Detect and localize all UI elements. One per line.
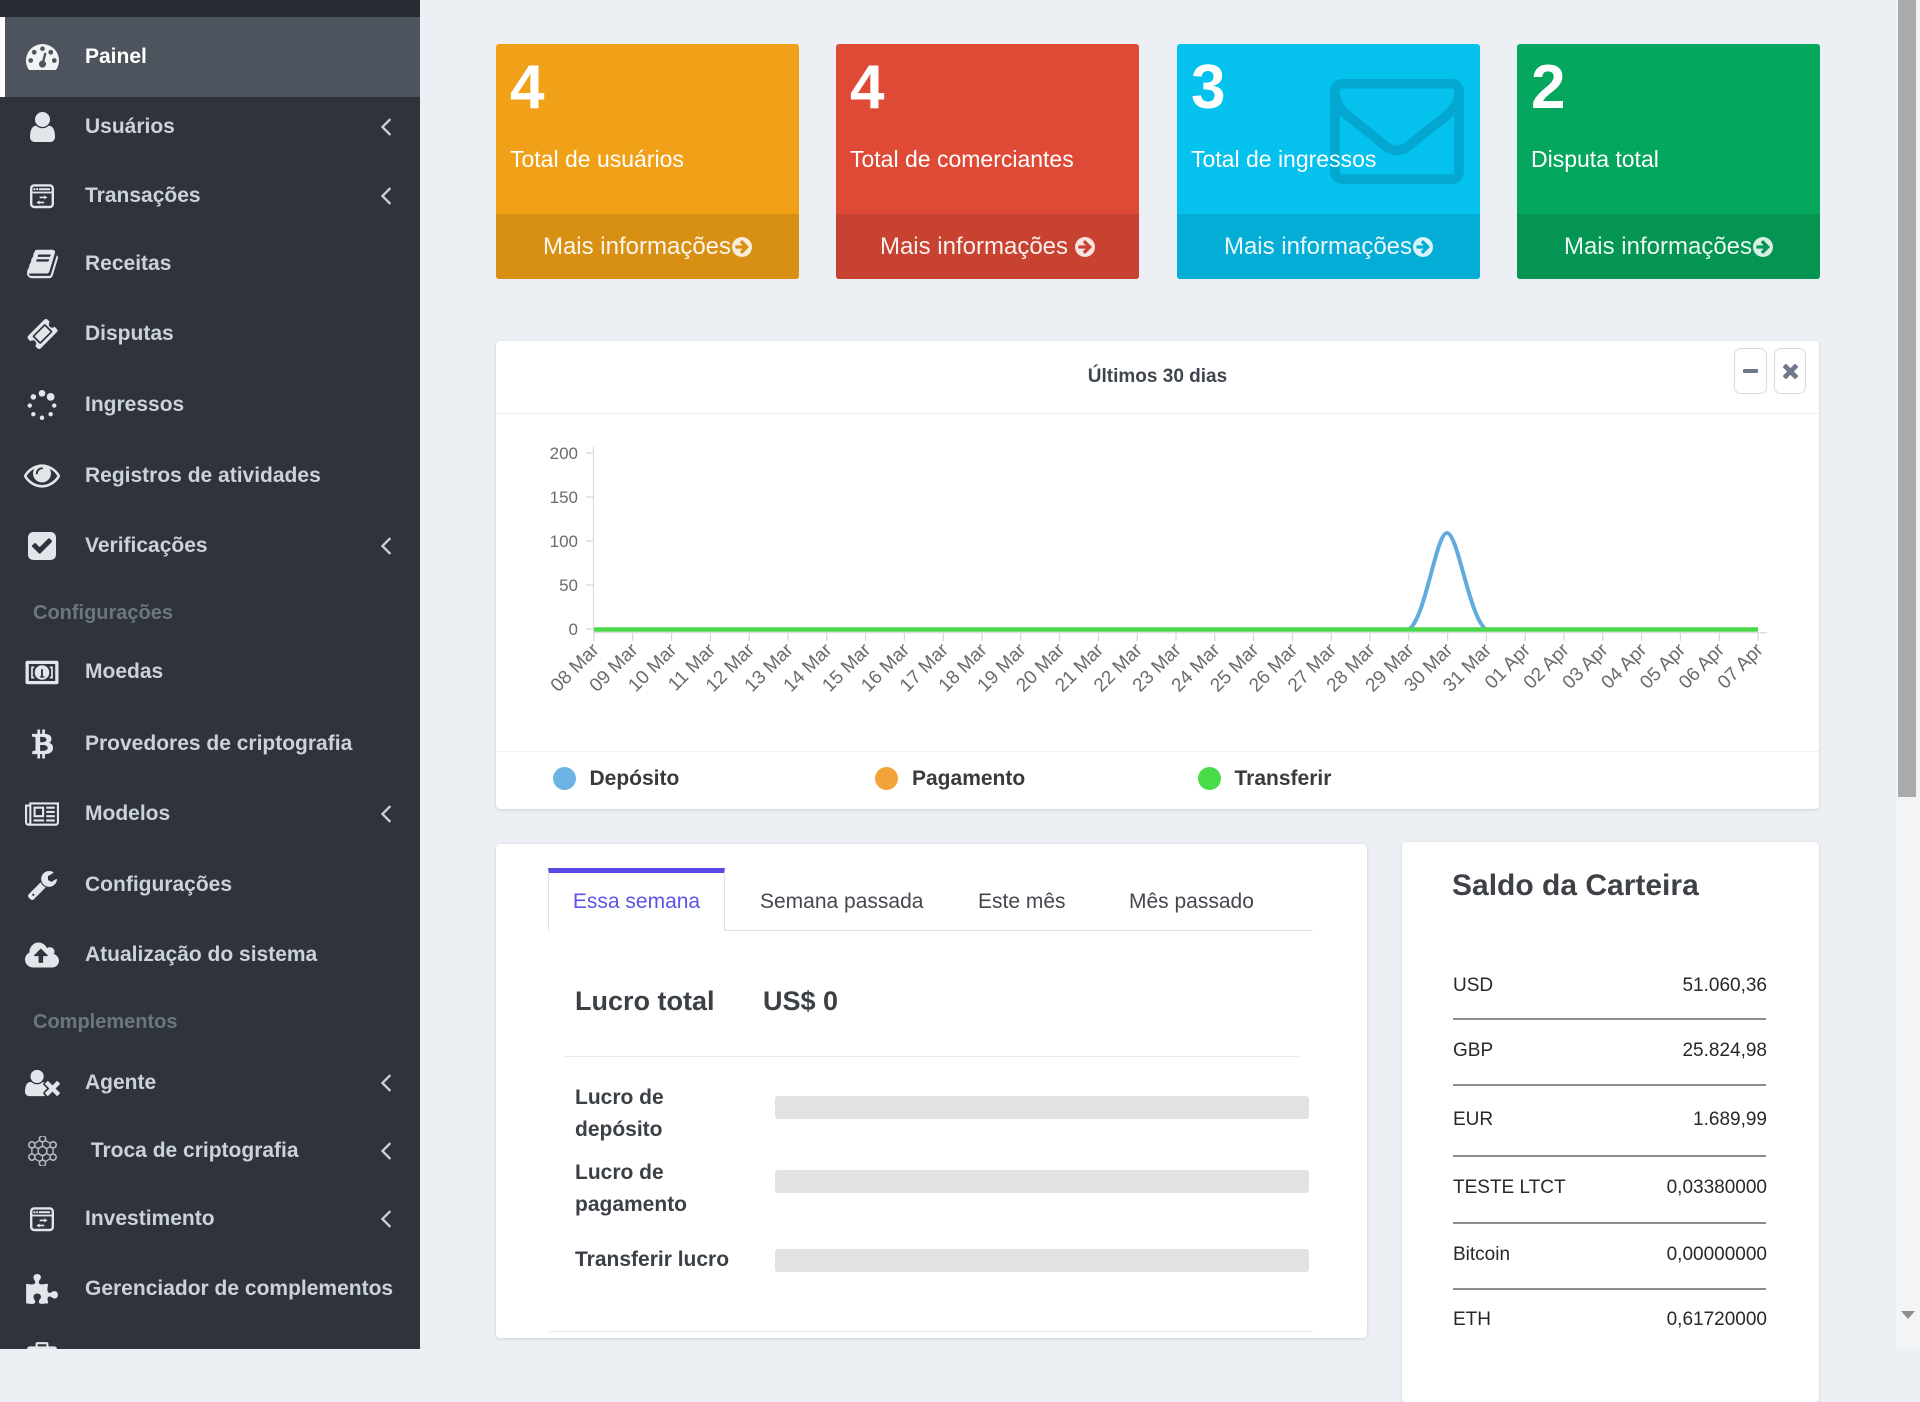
- svg-text:07 Apr: 07 Apr: [1714, 639, 1768, 693]
- svg-text:0: 0: [569, 620, 578, 639]
- svg-text:200: 200: [550, 444, 578, 463]
- svg-text:100: 100: [550, 532, 578, 551]
- svg-text:150: 150: [550, 488, 578, 507]
- svg-text:50: 50: [559, 576, 578, 595]
